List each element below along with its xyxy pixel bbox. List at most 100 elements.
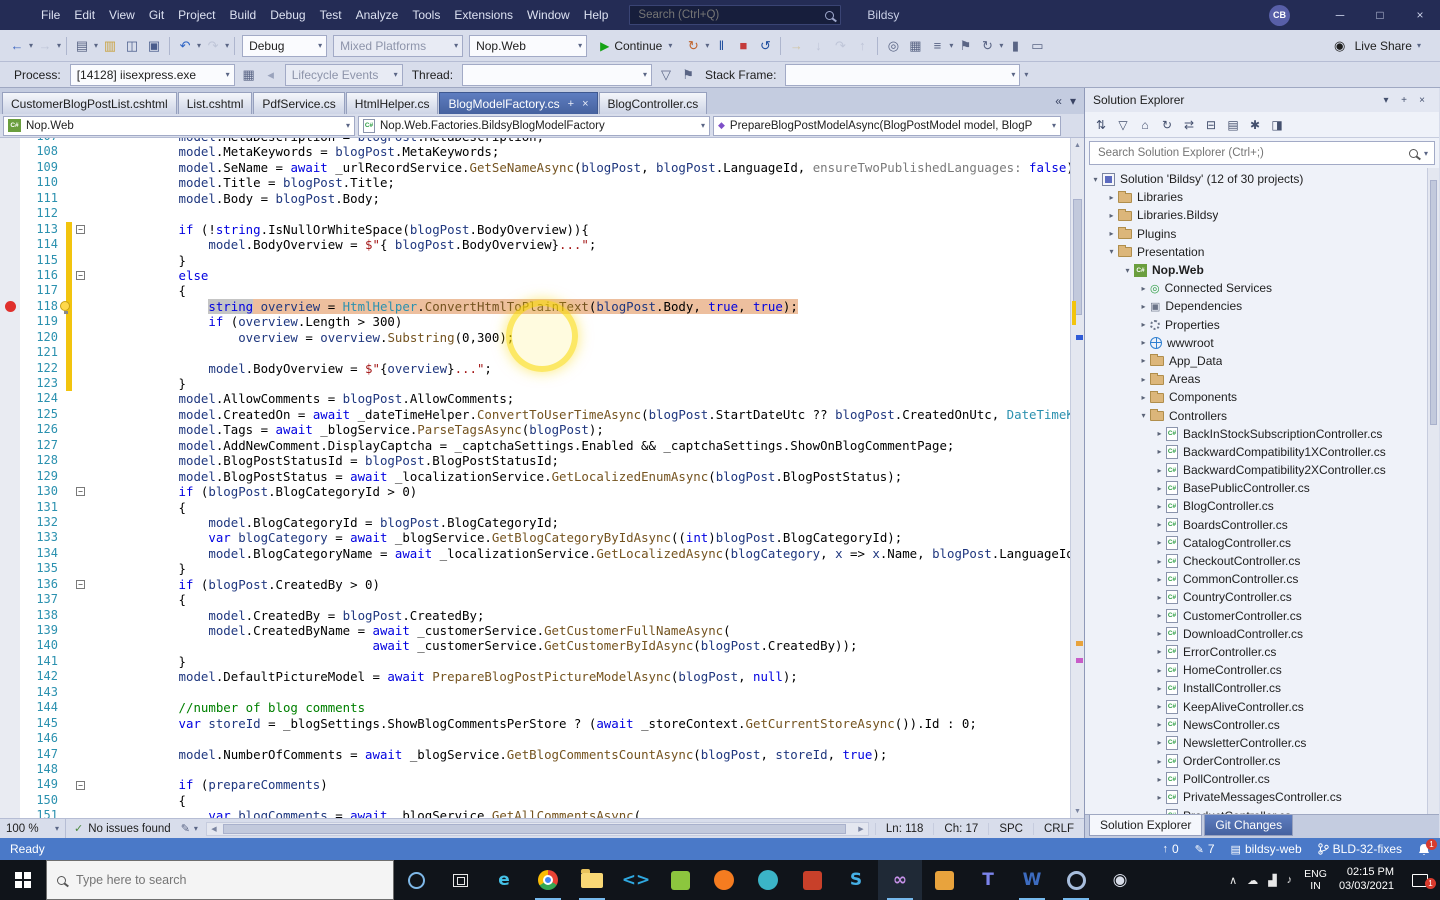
fold-margin[interactable] [72,685,89,700]
breakpoint-margin[interactable] [0,437,20,454]
new-file-icon[interactable]: ▤ [72,35,92,57]
breakpoint-margin[interactable] [0,638,20,654]
hot-reload-icon[interactable]: ↻ [683,35,703,57]
member-dropdown[interactable]: ◆ PrepareBlogPostModelAsync(BlogPostMode… [713,115,1061,136]
code-line[interactable]: 145 var storeId = _blogSettings.ShowBlog… [0,715,1070,732]
browser-link-icon[interactable]: ↻ [977,35,997,57]
breakpoint-margin[interactable] [0,391,20,407]
tree-item-wwwroot[interactable]: ▸ wwwroot [1085,334,1439,352]
tool-tab-solution-explorer[interactable]: Solution Explorer [1089,815,1203,836]
tree-item-libraries[interactable]: ▸ Libraries [1085,188,1439,206]
user-avatar[interactable]: CB [1269,4,1290,26]
breakpoint-margin[interactable] [0,576,20,593]
breakpoint-margin[interactable] [0,252,20,268]
chevron-collapsed-icon[interactable]: ▸ [1137,302,1150,311]
chevron-down-icon[interactable]: ▾ [55,824,59,833]
fold-collapse-icon[interactable]: − [76,271,85,281]
step-into-icon[interactable]: ↓ [808,35,828,57]
tree-item-controllers[interactable]: ▾ Controllers [1085,406,1439,424]
chevron-down-icon[interactable]: ▾ [346,121,350,130]
hot-reload-dropdown-icon[interactable]: ▾ [705,41,709,50]
taskbar-app-microsoft-teams[interactable]: T [966,860,1010,900]
menu-test[interactable]: Test [313,0,349,30]
code-line[interactable]: 125 model.CreatedOn = await _dateTimeHel… [0,406,1070,423]
browser-link-dropdown-icon[interactable]: ▾ [999,41,1003,50]
fold-margin[interactable] [72,175,89,190]
code-line[interactable]: 116 − else [0,267,1070,284]
taskbar-app-file-explorer[interactable] [570,860,614,900]
code-line[interactable]: 147 model.NumberOfComments = await _blog… [0,746,1070,762]
scroll-documents-icon[interactable]: « [1055,94,1062,108]
chevron-expanded-icon[interactable]: ▾ [1089,175,1102,184]
properties-icon[interactable]: ✱ [1245,115,1265,135]
code-line[interactable]: 117 { [0,283,1070,299]
continue-dropdown-icon[interactable]: ▾ [668,41,672,50]
continue-button[interactable]: ▶ Continue ▾ [594,35,678,57]
breakpoint-margin[interactable] [0,360,20,376]
chevron-collapsed-icon[interactable]: ▸ [1153,720,1166,729]
chevron-expanded-icon[interactable]: ▾ [1105,247,1118,256]
document-tab-pdfservice-cs[interactable]: PdfService.cs [253,92,345,114]
fold-margin[interactable] [72,592,89,607]
preview-selected-items-icon[interactable]: ◨ [1267,115,1287,135]
show-next-statement-icon[interactable]: → [786,35,806,57]
tree-item-ordercontroller-cs[interactable]: ▸ C# OrderController.cs [1085,752,1439,770]
breakpoint-margin[interactable] [0,684,20,701]
tab-pin-icon[interactable]: + [568,98,574,110]
restart-debugging-icon[interactable]: ↺ [755,35,775,57]
tool-tab-git-changes[interactable]: Git Changes [1204,815,1294,836]
fold-margin[interactable] [72,793,89,808]
chevron-expanded-icon[interactable]: ▾ [1121,266,1134,275]
tree-item-areas[interactable]: ▸ Areas [1085,370,1439,388]
tree-item-keepalivecontroller-cs[interactable]: ▸ C# KeepAliveController.cs [1085,697,1439,715]
code-line[interactable]: 111 model.Body = blogPost.Body; [0,190,1070,207]
chevron-collapsed-icon[interactable]: ▸ [1153,557,1166,566]
chevron-collapsed-icon[interactable]: ▸ [1105,193,1118,202]
start-button[interactable] [0,860,46,900]
thread-combo[interactable]: ▾ [462,63,653,86]
chevron-collapsed-icon[interactable]: ▸ [1153,629,1166,638]
fold-margin[interactable] [72,669,89,684]
breakpoint-margin[interactable] [0,159,20,176]
chevron-collapsed-icon[interactable]: ▸ [1153,757,1166,766]
stack-frame-dropdown-icon[interactable]: ▾ [1011,70,1015,79]
chevron-collapsed-icon[interactable]: ▸ [1137,320,1150,329]
undo-dropdown-icon[interactable]: ▾ [197,41,201,50]
undo-icon[interactable]: ↶ [175,35,195,57]
code-line[interactable]: 138 model.CreatedBy = blogPost.CreatedBy… [0,607,1070,623]
search-icon[interactable] [825,10,835,20]
taskbar-app-people[interactable]: ◉ [1098,860,1142,900]
redo-icon[interactable]: ↷ [203,35,223,57]
code-line[interactable]: 124 model.AllowComments = blogPost.Allow… [0,391,1070,407]
close-button[interactable]: × [1400,0,1440,30]
tree-item-checkoutcontroller-cs[interactable]: ▸ C# CheckoutController.cs [1085,552,1439,570]
document-tab-htmlhelper-cs[interactable]: HtmlHelper.cs [345,92,439,114]
code-line[interactable]: 121 [0,345,1070,361]
breakpoint-margin[interactable] [0,468,20,485]
breakpoint-margin[interactable] [0,144,20,160]
fold-collapse-icon[interactable]: − [76,487,85,497]
breakpoint-margin[interactable] [0,607,20,623]
close-icon[interactable]: × [1413,95,1431,106]
fold-margin[interactable]: − [72,577,89,592]
taskbar-app-sql-server-management-studio[interactable] [922,860,966,900]
chevron-collapsed-icon[interactable]: ▸ [1153,447,1166,456]
breakpoint-margin[interactable] [0,669,20,685]
fold-margin[interactable] [72,253,89,268]
code-line[interactable]: 112 [0,206,1070,222]
fold-margin[interactable] [72,453,89,468]
fold-margin[interactable] [72,345,89,360]
breakpoint-margin[interactable] [0,453,20,469]
chevron-collapsed-icon[interactable]: ▸ [1153,466,1166,475]
breakpoint-margin[interactable] [0,376,20,392]
tree-item-plugins[interactable]: ▸ Plugins [1085,225,1439,243]
issues-indicator[interactable]: ✓ No issues found [66,822,179,836]
action-center-button[interactable]: 1 [1406,873,1436,889]
scroll-left-icon[interactable]: ◀ [207,823,221,835]
task-view-button[interactable] [438,860,482,900]
taskbar-app-visual-studio[interactable]: ∞ [878,860,922,900]
code-line[interactable]: 131 { [0,499,1070,515]
breakpoint-margin[interactable] [0,746,20,762]
breakpoint-margin[interactable] [0,514,20,531]
fold-margin[interactable] [72,283,89,298]
